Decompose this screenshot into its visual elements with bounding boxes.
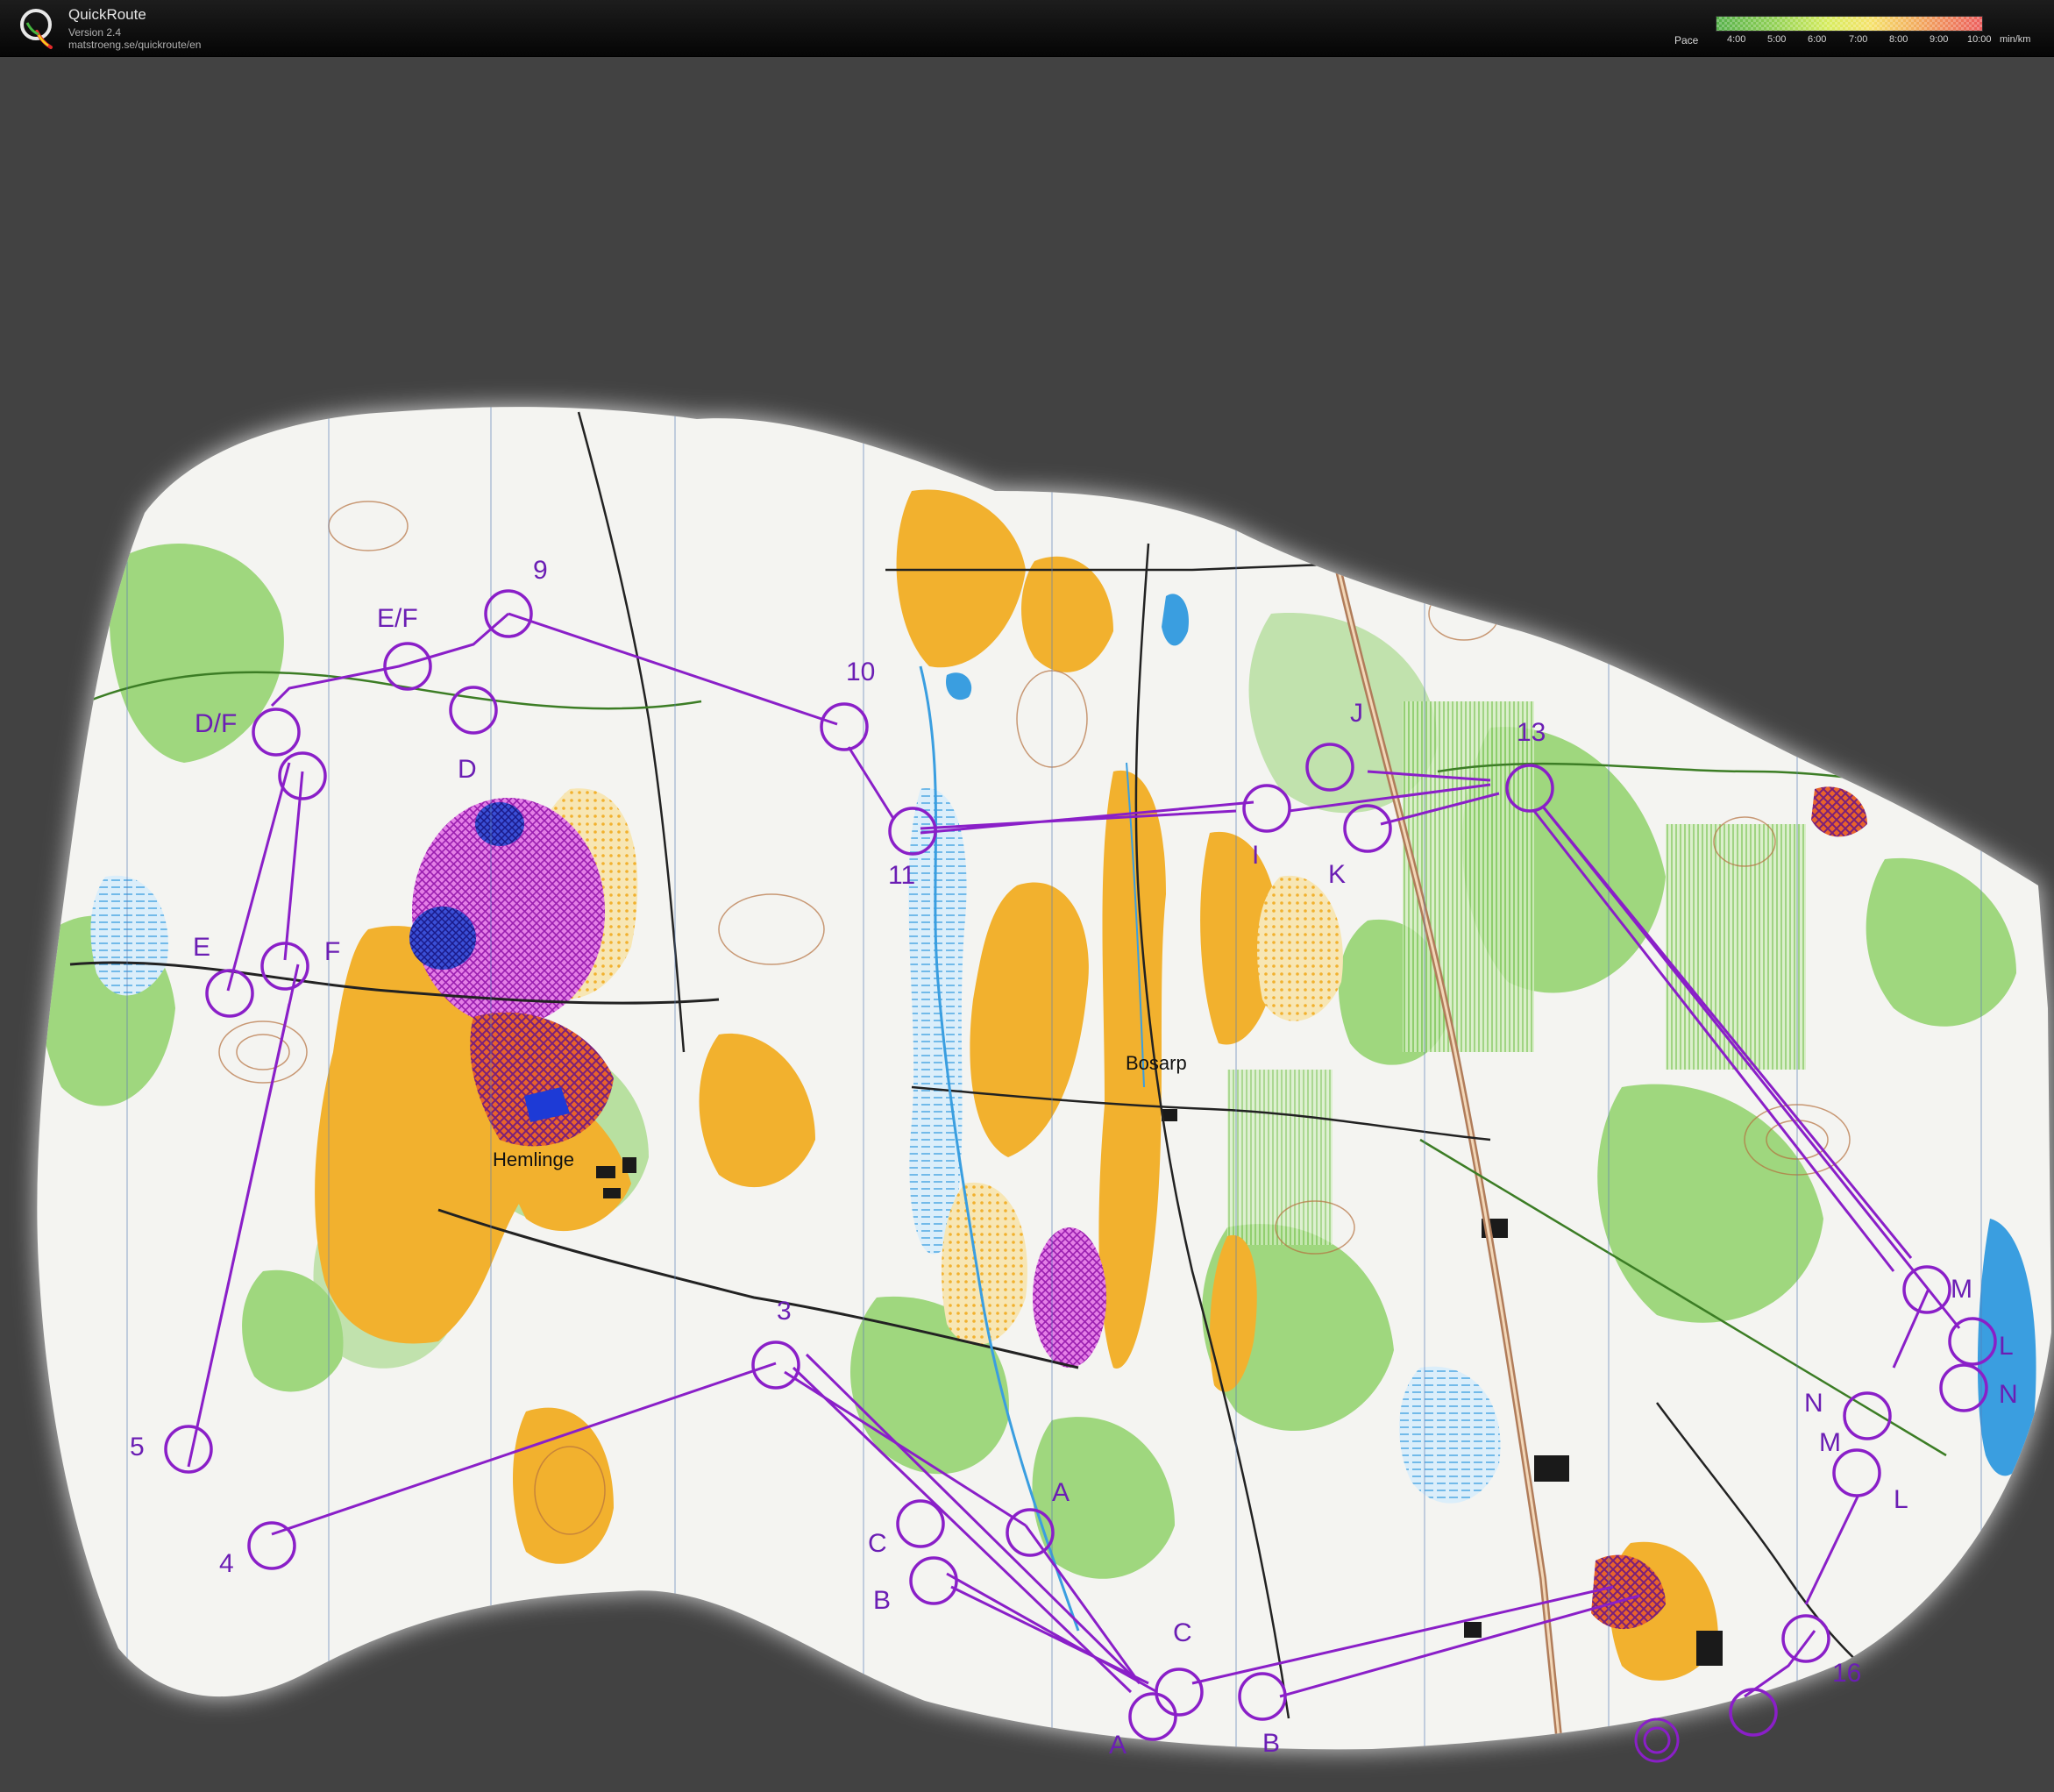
- label-n: N: [1999, 1380, 2018, 1409]
- label-a: A: [1109, 1731, 1127, 1760]
- control-number-16: 16: [1832, 1659, 1861, 1688]
- top-bar: QuickRoute Version 2.4 matstroeng.se/qui…: [0, 0, 2054, 57]
- pace-tick: 5:00: [1767, 34, 1787, 45]
- pace-legend-label: Pace: [1674, 34, 1699, 46]
- control-number-10: 10: [846, 658, 875, 686]
- label-l: L: [1999, 1332, 2014, 1361]
- control-number-5: 5: [130, 1433, 145, 1461]
- pace-tick: 6:00: [1808, 34, 1827, 45]
- label-d: D: [458, 755, 477, 784]
- place-name-hemlinge: Hemlinge: [493, 1148, 574, 1170]
- control-number-13: 13: [1517, 718, 1546, 747]
- pace-tick: 7:00: [1849, 34, 1868, 45]
- label-m: M: [1951, 1275, 1972, 1304]
- label-a: A: [1052, 1478, 1070, 1507]
- orienteering-map[interactable]: 3 4 5 9 10 11 13 16 A A B B C C D D/F E …: [0, 56, 2054, 1788]
- label-c: C: [868, 1529, 887, 1558]
- label-j: J: [1350, 699, 1363, 728]
- app-version: Version 2.4: [68, 26, 122, 39]
- pace-tick: 10:00: [1967, 34, 1992, 45]
- control-number-9: 9: [533, 556, 548, 585]
- pace-units: min/km: [2000, 34, 2031, 45]
- quickroute-logo-icon: [20, 9, 53, 49]
- label-f: F: [324, 937, 340, 966]
- label-k: K: [1328, 860, 1346, 889]
- label-c: C: [1173, 1618, 1192, 1647]
- label-d-f: D/F: [195, 709, 237, 738]
- pace-tick: 9:00: [1930, 34, 1949, 45]
- label-e: E: [193, 933, 210, 962]
- label-n: N: [1804, 1389, 1823, 1418]
- map-viewport[interactable]: 3 4 5 9 10 11 13 16 A A B B C C D D/F E …: [0, 56, 2054, 1788]
- label-b: B: [873, 1586, 891, 1615]
- label-l: L: [1894, 1485, 1908, 1514]
- control-number-4: 4: [219, 1549, 234, 1578]
- pace-color-scale: [1716, 16, 1983, 32]
- app-url: matstroeng.se/quickroute/en: [68, 39, 202, 51]
- label-m: M: [1819, 1428, 1841, 1457]
- label-b: B: [1262, 1729, 1280, 1758]
- label-e-f: E/F: [377, 604, 418, 633]
- label-i: I: [1252, 841, 1259, 870]
- app-title: QuickRoute: [68, 6, 146, 23]
- finish-markers: [1634, 1717, 1680, 1763]
- place-name-bosarp: Bosarp: [1126, 1052, 1187, 1074]
- control-number-11: 11: [888, 861, 915, 890]
- control-number-3: 3: [777, 1297, 792, 1326]
- pace-tick: 8:00: [1889, 34, 1908, 45]
- pace-tick: 4:00: [1727, 34, 1746, 45]
